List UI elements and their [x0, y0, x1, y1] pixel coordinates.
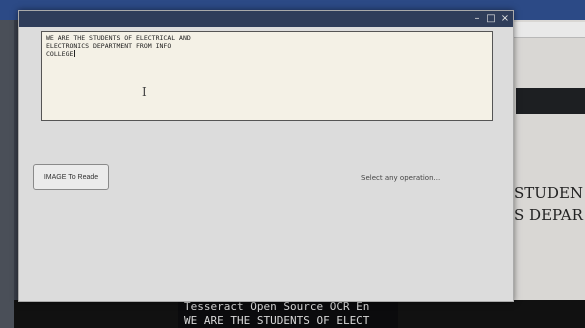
text-cursor [74, 50, 76, 57]
ocr-text-area[interactable]: WE ARE THE STUDENTS OF ELECTRICAL AND EL… [41, 31, 493, 121]
background-window-toolbar [512, 22, 585, 38]
background-dark-strip [516, 88, 585, 114]
text-line: COLLEGE [46, 50, 76, 58]
background-document-window [512, 20, 585, 328]
ibeam-cursor-icon: I [142, 85, 147, 99]
maximize-icon[interactable]: □ [485, 13, 497, 25]
background-document-text: STUDEN [514, 184, 584, 202]
image-to-reader-button[interactable]: IMAGE To Reade [33, 164, 109, 190]
status-label: Select any operation... [361, 174, 441, 182]
text-line: WE ARE THE STUDENTS OF ELECTRICAL AND [46, 34, 191, 42]
desktop-left-edge [0, 20, 14, 328]
minimize-icon[interactable]: – [471, 13, 483, 25]
close-icon[interactable]: × [499, 13, 511, 25]
terminal-line: WE ARE THE STUDENTS OF ELECT [184, 314, 370, 327]
window-titlebar[interactable]: – □ × [19, 11, 513, 27]
app-window: – □ × WE ARE THE STUDENTS OF ELECTRICAL … [18, 10, 514, 302]
text-line: ELECTRONICS DEPARTMENT FROM INFO [46, 42, 172, 50]
background-document-text: S DEPAR [514, 206, 583, 224]
